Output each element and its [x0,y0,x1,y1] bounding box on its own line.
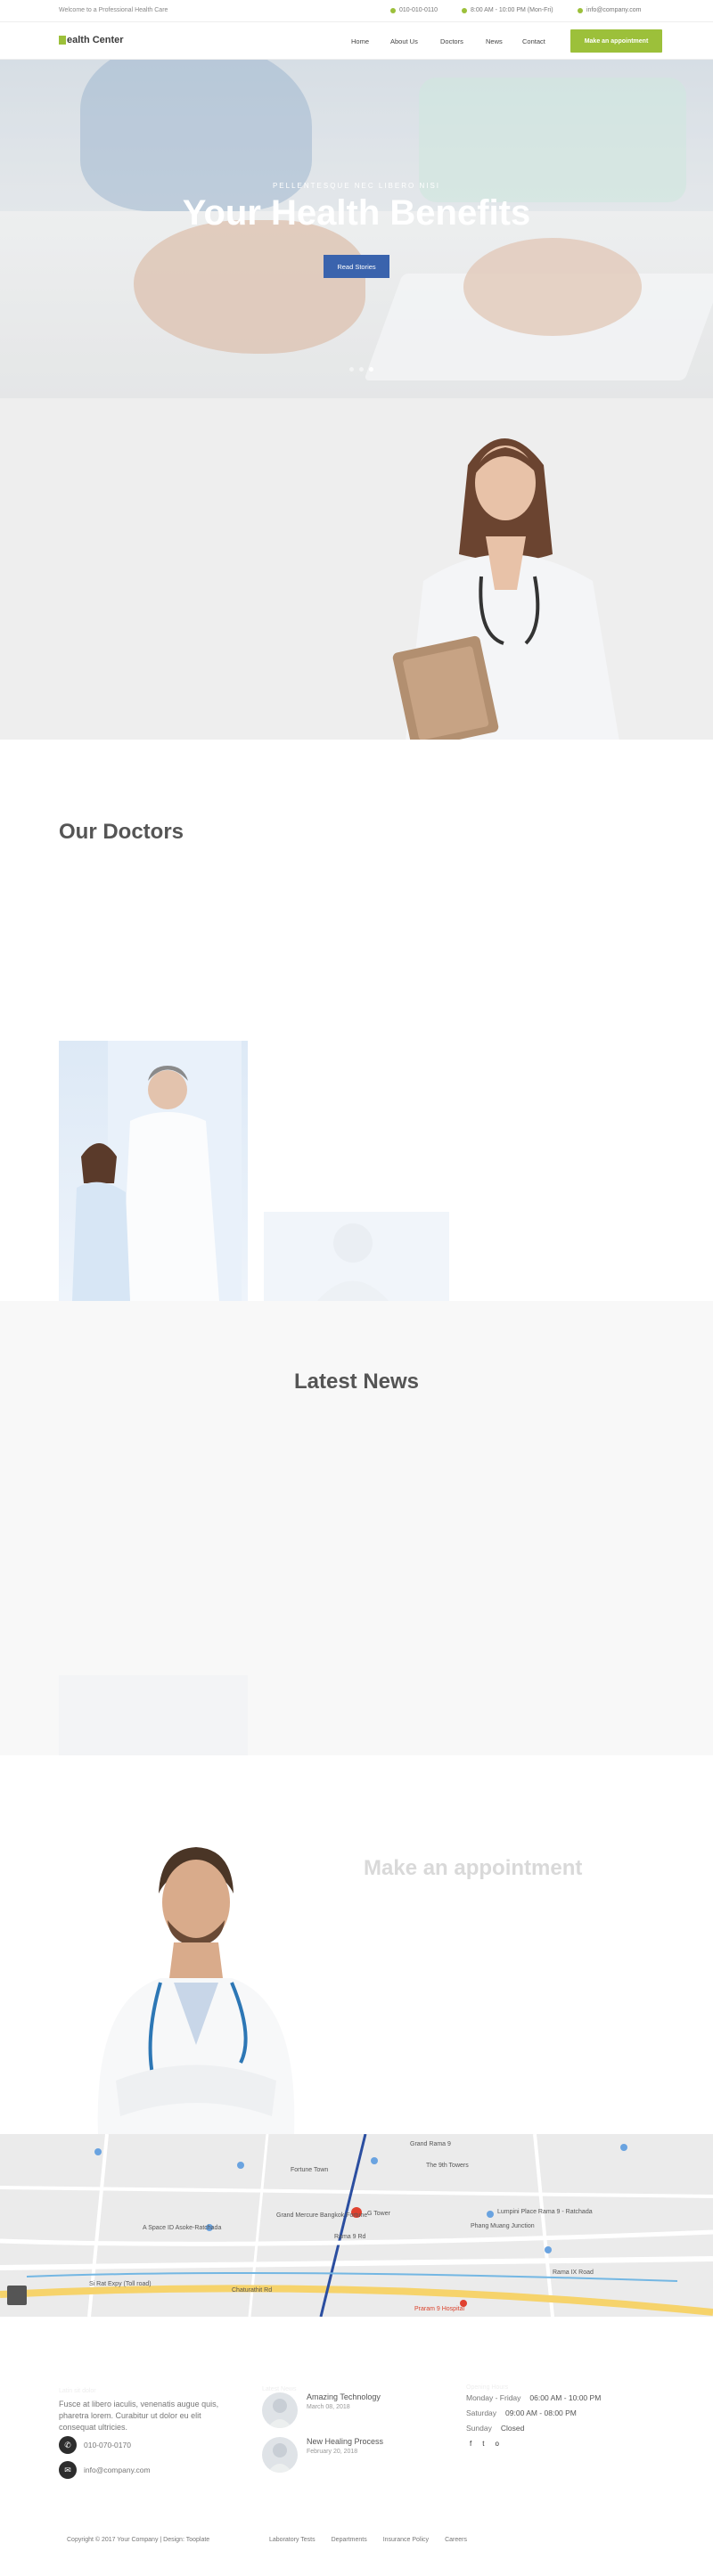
nav-about-us[interactable]: About Us [390,37,440,45]
map-fullscreen-control[interactable] [7,2286,27,2305]
doctor-banner [0,398,713,740]
latest-news-section: Latest News [0,1301,713,1800]
our-doctors-title: Our Doctors [59,820,184,844]
post-date: February 20, 2018 [307,2449,358,2455]
footer-link-departments[interactable]: Departments [332,2537,367,2543]
topbar-email-text: info@company.com [586,7,642,13]
topbar-hours: 8:00 AM - 10:00 PM (Mon-Fri) [462,7,553,13]
hours-time: Closed [500,2424,525,2433]
footer-email[interactable]: ✉ info@company.com [59,2461,151,2479]
main-nav: Home About Us Doctors News Contact [351,37,545,45]
map-label: Grand Rama 9 [410,2141,451,2147]
phone-icon: ✆ [59,2436,77,2454]
footer-post[interactable]: Amazing Technology March 08, 2018 [262,2392,381,2428]
slider-dot[interactable] [349,367,354,372]
hero-title: Your Health Benefits [182,193,531,233]
doctor-card-image[interactable] [59,1041,248,1301]
doctor-portrait-image [317,1223,389,1301]
footer-link-insurance-policy[interactable]: Insurance Policy [383,2537,429,2543]
hours-row: Monday - Friday 06:00 AM - 10:00 PM [466,2393,601,2402]
map-roads [0,2134,713,2317]
map-label: Phang Muang Junction [471,2223,535,2229]
phone-icon [390,7,396,13]
post-thumbnail [262,2392,298,2428]
footer-link-careers[interactable]: Careers [445,2537,467,2543]
female-doctor-image [392,438,619,740]
slider-dots [349,367,373,372]
top-bar: Welcome to a Professional Health Care 01… [0,0,713,22]
footer-heading-news: Latest News [262,2386,297,2392]
map-label: Si Rat Expy (Toll road) [89,2281,152,2287]
map-label: Lumpini Place Rama 9 - Ratchada [497,2209,593,2215]
post-thumbnail-image [267,2443,292,2473]
hours-day: Monday - Friday [466,2393,521,2402]
post-thumbnail [262,2437,298,2473]
envelope-icon: ✉ [59,2461,77,2479]
post-date: March 08, 2018 [307,2404,350,2410]
site-header: ealth Center Home About Us Doctors News … [0,22,713,60]
map-label: The 9th Towers [426,2163,469,2169]
post-title[interactable]: Amazing Technology [307,2392,381,2401]
slider-dot-active[interactable] [369,367,373,372]
footer-about-text: Fusce at libero iaculis, venenatis augue… [59,2400,219,2432]
nav-home[interactable]: Home [351,37,390,45]
male-doctor-image [97,1847,295,2134]
map-label: Fortune Town [291,2167,329,2173]
envelope-icon [578,7,583,13]
location-map[interactable]: Grand Rama 9 The 9th Towers Fortune Town… [0,2134,713,2317]
hours-row: Saturday 09:00 AM - 08:00 PM [466,2408,577,2417]
our-doctors-section: Our Doctors [0,740,713,1301]
topbar-email[interactable]: info@company.com [578,7,641,13]
map-label: Rama 9 Rd [334,2234,366,2240]
topbar-phone[interactable]: 010-010-0110 [390,7,438,13]
map-label: Praram 9 Hospital [414,2306,465,2312]
read-stories-button[interactable]: Read Stories [324,255,389,278]
footer-heading-hours: Opening Hours [466,2384,509,2391]
topbar-hours-text: 8:00 AM - 10:00 PM (Mon-Fri) [471,7,553,13]
latest-news-title: Latest News [293,1370,420,1394]
twitter-icon[interactable]: t [482,2440,484,2448]
map-label: Rama IX Road [553,2269,594,2276]
footer-link-laboratory-tests[interactable]: Laboratory Tests [269,2537,316,2543]
make-appointment-button[interactable]: Make an appointment [570,29,662,53]
logo-text: ealth Center [67,35,124,45]
logo-mark-icon [59,36,66,45]
topbar-phone-text: 010-010-0110 [399,7,438,13]
appointment-title: Make an appointment [364,1856,583,1880]
footer-heading-about: Latin sit dolor [59,2388,96,2394]
nav-doctors[interactable]: Doctors [440,37,486,45]
footer-post[interactable]: New Healing Process February 20, 2018 [262,2437,383,2473]
footer-phone[interactable]: ✆ 010-070-0170 [59,2436,131,2454]
doctor-card-image-faded[interactable] [264,1212,449,1301]
social-links: f t o [470,2440,499,2448]
footer-phone-text: 010-070-0170 [84,2441,131,2449]
nav-contact[interactable]: Contact [522,37,545,45]
footer-nav: Laboratory Tests Departments Insurance P… [269,2537,467,2543]
post-title[interactable]: New Healing Process [307,2437,383,2446]
map-label: G Tower [367,2211,390,2217]
hero-subtitle: PELLENTESQUE NEC LIBERO NISI [272,182,441,190]
slider-dot[interactable] [359,367,364,372]
footer-email-text: info@company.com [84,2466,151,2474]
clock-icon [462,7,467,13]
nav-news[interactable]: News [486,37,522,45]
map-label: Chaturathit Rd [232,2287,273,2294]
hours-row: Sunday Closed [466,2424,524,2433]
hours-time: 06:00 AM - 10:00 PM [529,2393,602,2402]
map-label: Grand Mercure Bangkok Fortune [276,2212,368,2219]
doctor-with-child-image [72,1041,242,1301]
site-logo[interactable]: ealth Center [59,35,124,45]
post-thumbnail-image [267,2399,292,2428]
instagram-icon[interactable]: o [495,2440,498,2448]
copyright-text: Copyright © 2017 Your Company | Design: … [67,2537,210,2543]
hours-time: 09:00 AM - 08:00 PM [505,2408,577,2417]
facebook-icon[interactable]: f [470,2440,471,2448]
hours-day: Sunday [466,2424,492,2433]
hero-slider: PELLENTESQUE NEC LIBERO NISI Your Health… [0,60,713,398]
welcome-text: Welcome to a Professional Health Care [59,7,168,13]
map-label: A Space ID Asoke-Ratchada [143,2225,222,2231]
hours-day: Saturday [466,2408,497,2417]
appointment-section: Make an appointment [0,1755,713,2134]
